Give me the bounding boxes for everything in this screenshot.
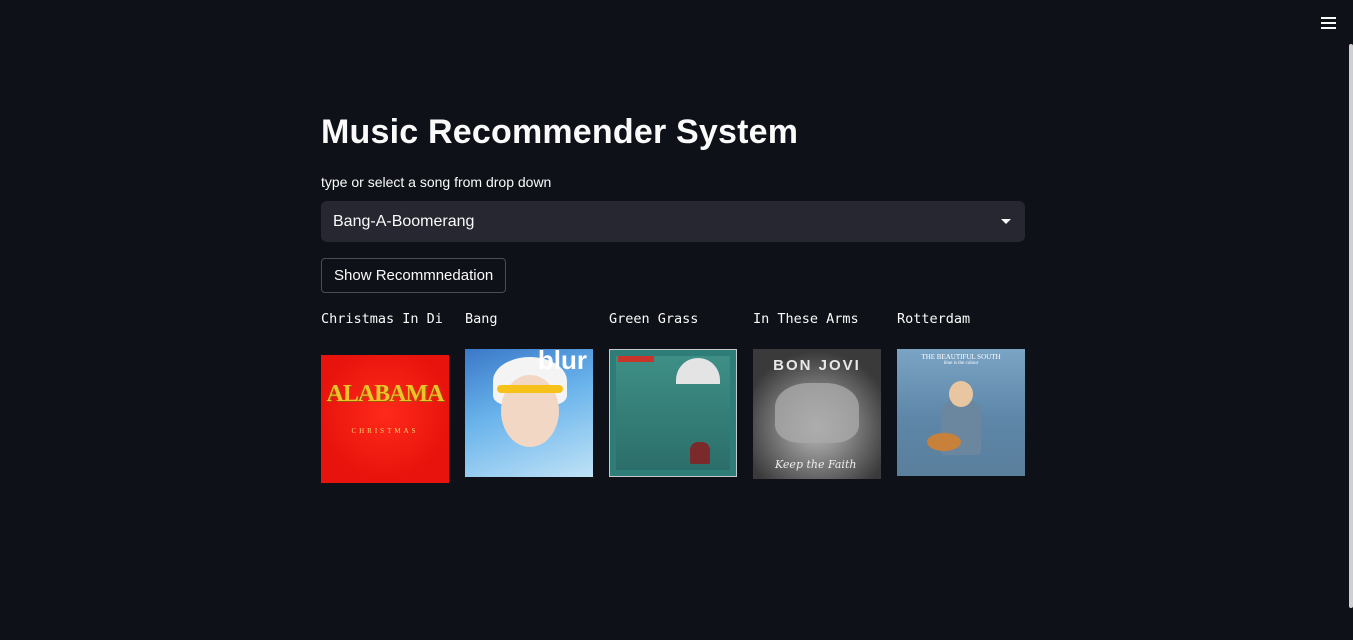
song-select-label: type or select a song from drop down: [321, 174, 552, 190]
album-cover-image: [609, 349, 737, 477]
recommendation-title: Bang: [465, 311, 498, 327]
recommendation-title: In These Arms: [753, 311, 859, 327]
song-select-value: Bang-A-Boomerang: [333, 212, 475, 230]
chevron-down-icon[interactable]: [1001, 219, 1011, 224]
recommendation-title: Christmas In Di: [321, 311, 443, 327]
recommendation-title: Green Grass: [609, 311, 699, 327]
recommendation-list: Christmas In Di ALABAMA CHRISTMAS Bang b…: [321, 311, 1025, 485]
album-cover-image: THE BEAUTIFUL SOUTH blue is the colour: [897, 349, 1025, 476]
app-root: Music Recommender System type or select …: [0, 0, 1353, 640]
recommendation-item: Green Grass: [609, 311, 737, 485]
album-cover-image: BON JOVI Keep the Faith: [753, 349, 881, 479]
album-cover-image: blur: [465, 349, 593, 477]
main-content: Music Recommender System type or select …: [321, 108, 1025, 485]
hamburger-menu-icon[interactable]: [1317, 12, 1339, 34]
scrollbar[interactable]: [1349, 44, 1353, 608]
recommendation-item: Bang blur: [465, 311, 593, 485]
song-select-dropdown[interactable]: Bang-A-Boomerang: [321, 201, 1025, 242]
album-cover-image: ALABAMA CHRISTMAS: [321, 355, 449, 483]
recommendation-item: Rotterdam THE BEAUTIFUL SOUTH blue is th…: [897, 311, 1025, 485]
recommendation-item: Christmas In Di ALABAMA CHRISTMAS: [321, 311, 449, 485]
recommendation-item: In These Arms BON JOVI Keep the Faith: [753, 311, 881, 485]
recommendation-title: Rotterdam: [897, 311, 971, 327]
show-recommendation-button[interactable]: Show Recommnedation: [321, 258, 507, 293]
page-title: Music Recommender System: [321, 113, 799, 151]
